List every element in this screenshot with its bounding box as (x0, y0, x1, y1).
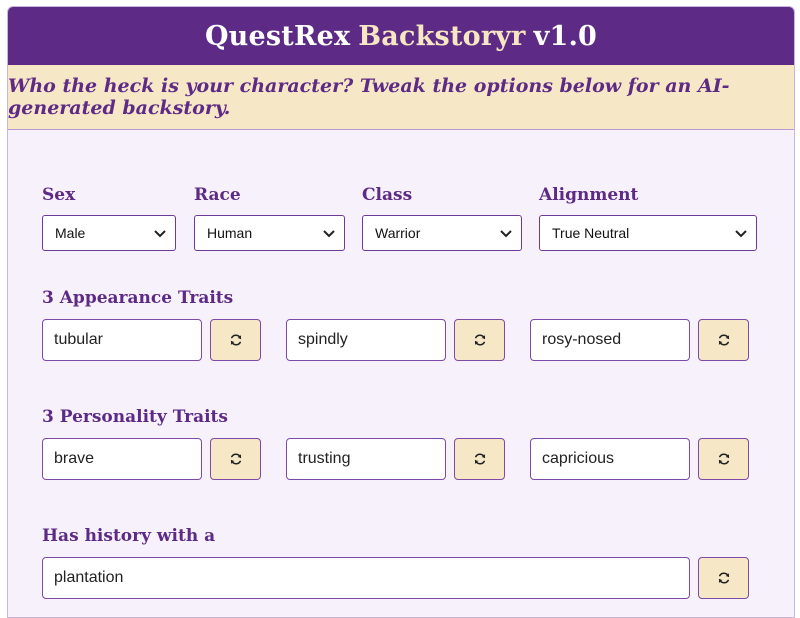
personality-trait-2-input[interactable]: trusting (286, 438, 446, 480)
appearance-trait-3-input[interactable]: rosy-nosed (530, 319, 690, 361)
refresh-icon (230, 334, 241, 346)
refresh-icon (718, 572, 729, 584)
appearance-trait-2-input[interactable]: spindly (286, 319, 446, 361)
sex-select-value: Male (55, 225, 86, 241)
class-label: Class (362, 185, 413, 205)
chevron-down-icon (323, 230, 335, 238)
title-version: v1.0 (533, 20, 598, 52)
appearance-traits-label: 3 Appearance Traits (42, 288, 234, 308)
history-reroll-button[interactable] (698, 557, 749, 599)
refresh-icon (474, 453, 485, 465)
title-questrex: QuestRex (204, 20, 351, 52)
chevron-down-icon (735, 230, 747, 238)
personality-trait-2-reroll-button[interactable] (454, 438, 505, 480)
appearance-trait-2-reroll-button[interactable] (454, 319, 505, 361)
history-label: Has history with a (42, 526, 216, 546)
refresh-icon (474, 334, 485, 346)
alignment-select-value: True Neutral (552, 225, 630, 241)
class-select[interactable]: Warrior (362, 215, 522, 251)
personality-trait-3-input[interactable]: capricious (530, 438, 690, 480)
app-title: QuestRex Backstoryr v1.0 (8, 7, 794, 65)
race-select-value: Human (207, 225, 253, 241)
personality-traits-label: 3 Personality Traits (42, 407, 228, 427)
app-window: QuestRex Backstoryr v1.0 Who the heck is… (7, 6, 795, 618)
refresh-icon (718, 334, 729, 346)
appearance-trait-1-reroll-button[interactable] (210, 319, 261, 361)
history-input[interactable]: plantation (42, 557, 690, 599)
chevron-down-icon (500, 230, 512, 238)
title-backstoryr: Backstoryr (358, 20, 526, 52)
refresh-icon (230, 453, 241, 465)
personality-trait-1-input[interactable]: brave (42, 438, 202, 480)
chevron-down-icon (154, 230, 166, 238)
personality-trait-1-reroll-button[interactable] (210, 438, 261, 480)
appearance-trait-3-reroll-button[interactable] (698, 319, 749, 361)
refresh-icon (718, 453, 729, 465)
form-area: Sex Race Class Alignment Male Human Warr… (8, 130, 794, 617)
class-select-value: Warrior (375, 225, 421, 241)
alignment-label: Alignment (539, 185, 639, 205)
race-select[interactable]: Human (194, 215, 345, 251)
alignment-select[interactable]: True Neutral (539, 215, 757, 251)
appearance-trait-1-input[interactable]: tubular (42, 319, 202, 361)
subtitle-banner: Who the heck is your character? Tweak th… (8, 65, 794, 130)
sex-select[interactable]: Male (42, 215, 176, 251)
sex-label: Sex (42, 185, 76, 205)
race-label: Race (194, 185, 241, 205)
personality-trait-3-reroll-button[interactable] (698, 438, 749, 480)
